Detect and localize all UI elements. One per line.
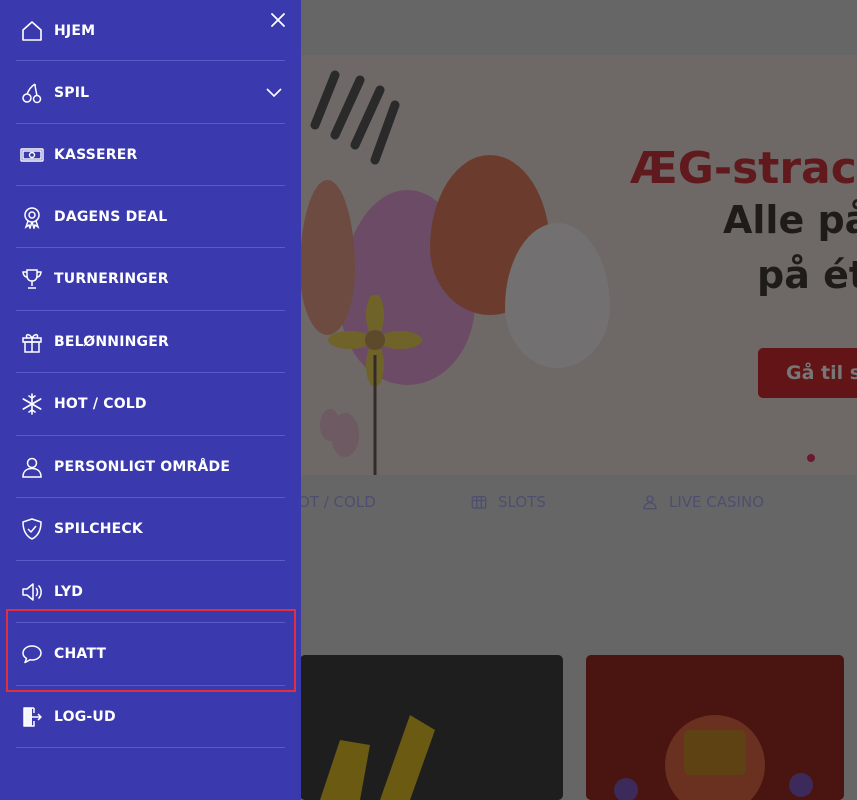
chevron-down-icon[interactable] (265, 83, 283, 101)
logout-icon (18, 703, 46, 731)
game-tile[interactable] (586, 655, 844, 800)
menu-item-chatt[interactable]: CHATT (16, 623, 285, 685)
category-hot-cold[interactable]: OT / COLD (298, 493, 376, 511)
menu-item-hjem[interactable]: HJEM (16, 0, 285, 62)
menu-item-log-ud[interactable]: LOG-UD (16, 686, 285, 748)
side-menu: HJEM SPIL KASSERER DAGENS DEAL TURNERING… (0, 0, 301, 800)
shield-check-icon (18, 515, 46, 543)
game-tile[interactable] (300, 655, 563, 800)
category-live-casino[interactable]: LIVE CASINO (641, 493, 764, 511)
menu-item-label: LOG-UD (54, 709, 116, 725)
category-slots[interactable]: SLOTS (470, 493, 546, 511)
hero-banner[interactable]: ÆG-strac Alle på på ét Gå til s (300, 55, 857, 475)
category-label: OT / COLD (298, 493, 376, 511)
trophy-icon (18, 265, 46, 293)
carousel-dot[interactable] (807, 454, 815, 462)
menu-item-spil[interactable]: SPIL (16, 62, 285, 124)
menu-item-label: LYD (54, 584, 84, 600)
menu-item-label: PERSONLIGT OMRÅDE (54, 459, 231, 475)
menu-item-label: CHATT (54, 646, 107, 662)
hero-subtitle-line1: Alle på (723, 198, 857, 242)
snowflake-icon (18, 390, 46, 418)
menu-item-turneringer[interactable]: TURNERINGER (16, 248, 285, 310)
slot-machine-icon (471, 496, 487, 509)
user-icon (18, 453, 46, 481)
brush-stroke-decoration (310, 70, 400, 165)
menu-item-label: BELØNNINGER (54, 334, 169, 350)
gift-icon (18, 328, 46, 356)
banknote-icon (18, 141, 46, 169)
menu-item-hot-cold[interactable]: HOT / COLD (16, 373, 285, 435)
menu-divider (16, 747, 285, 748)
menu-item-lyd[interactable]: LYD (16, 561, 285, 623)
dealer-icon (643, 495, 657, 510)
menu-item-spilcheck[interactable]: SPILCHECK (16, 498, 285, 560)
menu-item-label: SPILCHECK (54, 521, 143, 537)
game-thumbnail-art (614, 715, 813, 800)
menu-item-label: DAGENS DEAL (54, 209, 168, 225)
speaker-icon (18, 578, 46, 606)
menu-divider (16, 60, 285, 61)
egg-decoration (505, 223, 610, 368)
menu-item-dagens-deal[interactable]: DAGENS DEAL (16, 186, 285, 248)
menu-item-beloenninger[interactable]: BELØNNINGER (16, 311, 285, 373)
menu-item-personligt-omraade[interactable]: PERSONLIGT OMRÅDE (16, 436, 285, 498)
category-label: LIVE CASINO (669, 493, 764, 511)
category-label: SLOTS (498, 493, 546, 511)
menu-item-label: SPIL (54, 85, 90, 101)
rosette-icon (18, 203, 46, 231)
hero-cta-button[interactable]: Gå til s (758, 348, 857, 398)
menu-item-label: KASSERER (54, 147, 138, 163)
chat-bubble-icon (18, 640, 46, 668)
hero-subtitle-line2: på ét (757, 253, 857, 297)
game-thumbnail-art (320, 715, 435, 800)
menu-item-label: HOT / COLD (54, 396, 147, 412)
menu-item-kasserer[interactable]: KASSERER (16, 124, 285, 186)
hero-title: ÆG-strac (630, 143, 857, 194)
menu-item-label: HJEM (54, 23, 96, 39)
home-icon (18, 17, 46, 45)
cherry-icon (18, 79, 46, 107)
menu-item-label: TURNERINGER (54, 271, 169, 287)
flower-decoration (320, 295, 422, 475)
